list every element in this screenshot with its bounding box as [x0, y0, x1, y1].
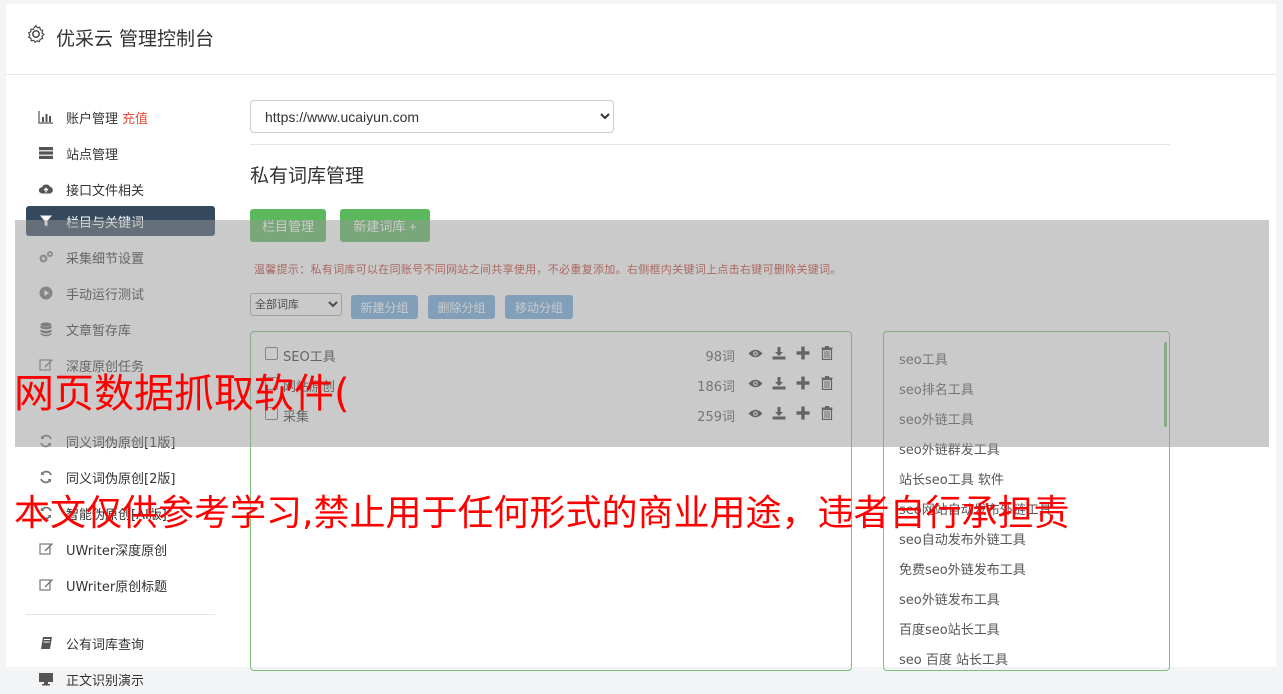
app-title: 优采云 管理控制台	[56, 28, 215, 50]
sidebar-item-uwriter-title[interactable]: UWriter原创标题	[26, 570, 215, 600]
recharge-link[interactable]: 充值	[122, 108, 148, 127]
watermark-text-1: 网页数据抓取软件(	[14, 371, 350, 417]
sidebar-item-uwriter-deep[interactable]: UWriter深度原创	[26, 534, 215, 564]
sidebar-item-text-recognition[interactable]: 正文识别演示	[26, 664, 215, 694]
sidebar-item-label: 账户管理	[66, 111, 119, 127]
sidebar-item-label: 接口文件相关	[66, 183, 145, 199]
sidebar-item-label: UWriter原创标题	[66, 579, 168, 595]
book-icon	[38, 635, 54, 651]
divider	[250, 144, 1170, 145]
page-title: 私有词库管理	[250, 165, 365, 187]
sidebar-divider	[26, 614, 215, 615]
sidebar-item-sites[interactable]: 站点管理	[26, 138, 215, 168]
watermark-text-2: 本文仅供参考学习,禁止用于任何形式的商业用途，违者自行承担责	[14, 493, 1070, 534]
refresh-icon	[38, 469, 54, 485]
desktop-icon	[38, 671, 54, 687]
sidebar-item-interface-files[interactable]: 接口文件相关	[26, 174, 215, 204]
sidebar-item-label: UWriter深度原创	[66, 543, 168, 559]
sidebar-item-public-lexicon[interactable]: 公有词库查询	[26, 628, 215, 658]
cloud-upload-icon	[38, 181, 54, 197]
sidebar-item-label: 公有词库查询	[66, 637, 145, 653]
keyword-item[interactable]: seo外链发布工具	[899, 589, 1000, 608]
site-select[interactable]: https://www.ucaiyun.com	[250, 100, 614, 133]
sidebar-item-label: 正文识别演示	[66, 673, 145, 689]
sidebar-item-account[interactable]: 账户管理 充值	[26, 102, 215, 132]
gear-icon	[27, 24, 45, 44]
bar-chart-icon	[38, 109, 54, 125]
edit-icon	[38, 541, 54, 557]
server-icon	[38, 145, 54, 161]
edit-icon	[38, 577, 54, 593]
sidebar-item-label: 站点管理	[66, 147, 119, 163]
keyword-item[interactable]: seo 百度 站长工具	[899, 649, 1008, 668]
top-bar: 优采云 管理控制台	[6, 4, 1276, 75]
keyword-item[interactable]: 百度seo站长工具	[899, 619, 1000, 638]
keyword-item[interactable]: 免费seo外链发布工具	[899, 559, 1026, 578]
